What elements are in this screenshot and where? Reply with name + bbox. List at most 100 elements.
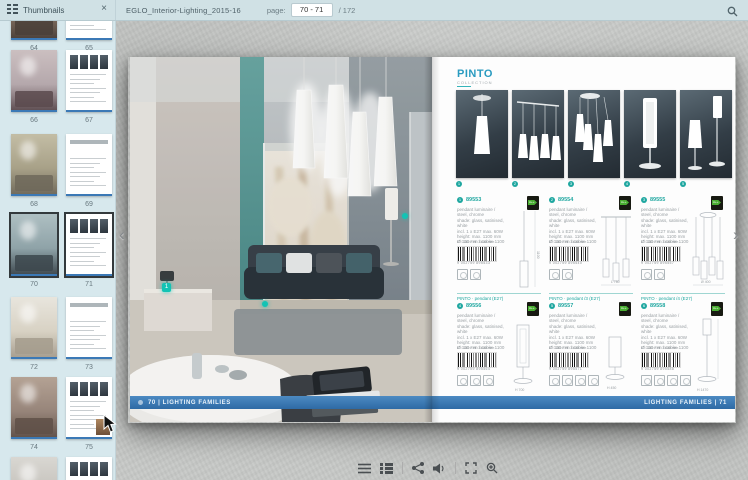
thumb-footer-strip bbox=[11, 437, 57, 439]
sound-icon[interactable] bbox=[433, 463, 446, 474]
spec-icon-row bbox=[549, 269, 573, 280]
spec-number-badge: 5 bbox=[549, 303, 555, 309]
thumb-footer-strip bbox=[11, 38, 57, 40]
thumbnail-page-69[interactable] bbox=[66, 134, 112, 196]
product-image-5[interactable] bbox=[680, 90, 732, 178]
thumb-spec-line bbox=[70, 167, 94, 168]
thumbnail-page-74[interactable] bbox=[11, 377, 57, 439]
thumbnail-page-number: 75 bbox=[66, 444, 112, 451]
collection-subtitle: COLLECTION bbox=[457, 80, 493, 85]
barcode bbox=[549, 352, 589, 368]
single-page-view-icon[interactable] bbox=[358, 463, 371, 474]
product-hotspot[interactable] bbox=[262, 301, 268, 307]
next-page-chevron[interactable]: › bbox=[733, 226, 739, 244]
thumb-spec-tile bbox=[80, 55, 88, 69]
fullscreen-icon[interactable] bbox=[465, 462, 477, 474]
spec-feature-icon bbox=[680, 375, 691, 386]
product-image-3[interactable] bbox=[568, 90, 620, 178]
energy-label-icon: A++ bbox=[711, 196, 723, 210]
spec-block-89554: 2 89554 A++ pendant luminaire / steel, c… bbox=[549, 197, 633, 303]
thumbnail-page-68[interactable] bbox=[11, 134, 57, 196]
spec-block-89553: 1 89553 A++ pendant luminaire / steel, c… bbox=[457, 197, 541, 303]
product-hotspot-1[interactable]: 1 bbox=[162, 283, 171, 292]
thumbnail-page-67[interactable] bbox=[66, 50, 112, 112]
collection-title: PINTO bbox=[457, 68, 493, 80]
spec-text-line: shade: glass, satinised, white bbox=[457, 324, 507, 335]
barcode-number: 9 002759 895540 bbox=[549, 261, 582, 265]
technical-drawing: L 780 bbox=[599, 209, 633, 294]
thumb-spec-line bbox=[70, 261, 94, 262]
spec-text-line: pendant luminaire / steel, chrome bbox=[457, 207, 507, 218]
thumb-spec-line bbox=[70, 79, 100, 80]
thumb-spec-tile bbox=[100, 462, 108, 476]
thumb-spec-tile bbox=[100, 55, 108, 69]
spec-text-line: shade: glass, satinised, white bbox=[641, 218, 691, 229]
spec-icon-row bbox=[641, 375, 691, 386]
page-number-input[interactable]: 70 - 71 bbox=[291, 3, 333, 17]
thumb-spec-line bbox=[70, 88, 106, 89]
product-image-4[interactable] bbox=[624, 90, 676, 178]
spec-text-line: shade: glass, satinised, white bbox=[457, 218, 507, 229]
top-toolbar: Thumbnails × EGLO_Interior-Lighting_2015… bbox=[0, 0, 748, 21]
spec-icon-row bbox=[457, 269, 481, 280]
product-hotspot[interactable] bbox=[402, 213, 408, 219]
right-page-footer-bar: LIGHTING FAMILIES | 71 bbox=[432, 396, 735, 409]
energy-label-icon: A++ bbox=[527, 196, 539, 210]
thumb-spec-line bbox=[70, 29, 106, 30]
thumbnail-page-number: 72 bbox=[11, 364, 57, 371]
barcode-number: 9 002759 895571 bbox=[549, 367, 582, 371]
thumbnail-page-76[interactable] bbox=[11, 457, 57, 480]
spec-feature-icon bbox=[549, 375, 560, 386]
thumb-spec-tile bbox=[80, 382, 88, 396]
spec-feature-icon bbox=[654, 269, 665, 280]
product-image-2[interactable] bbox=[512, 90, 564, 178]
thumb-spec-tile bbox=[70, 462, 78, 476]
thumb-spec-tile bbox=[90, 382, 98, 396]
energy-label-icon: A++ bbox=[619, 302, 631, 316]
product-lamp-illustration bbox=[512, 90, 564, 178]
barcode bbox=[641, 246, 681, 262]
barcode bbox=[457, 352, 497, 368]
thumbnail-page-65[interactable] bbox=[66, 20, 112, 40]
spec-article-number: 89555 bbox=[650, 197, 665, 203]
thumb-spec-line bbox=[70, 25, 94, 26]
energy-label-icon: A++ bbox=[619, 196, 631, 210]
spec-block-89556: 4 89556 A++ pendant luminaire / steel, c… bbox=[457, 303, 541, 409]
thumb-photo-highlight bbox=[20, 221, 36, 240]
thumbnail-page-77[interactable] bbox=[66, 457, 112, 480]
zoom-icon[interactable] bbox=[486, 462, 498, 474]
bottom-toolbar bbox=[358, 459, 498, 477]
thumbnail-page-66[interactable] bbox=[11, 50, 57, 112]
barcode-number: 9 002759 895533 bbox=[457, 261, 490, 265]
thumb-spec-line bbox=[70, 265, 106, 266]
document-title: EGLO_Interior-Lighting_2015-16 bbox=[126, 6, 241, 15]
product-lamp-illustration bbox=[568, 90, 620, 178]
spec-feature-icon bbox=[562, 269, 573, 280]
search-icon[interactable] bbox=[727, 4, 738, 22]
product-image-1[interactable] bbox=[456, 90, 508, 178]
spec-feature-icon bbox=[470, 269, 481, 280]
thumbnail-page-75[interactable] bbox=[66, 377, 112, 439]
thumbnail-page-70[interactable] bbox=[11, 214, 57, 276]
spec-text-line: pendant luminaire / steel, chrome bbox=[641, 313, 691, 324]
spec-icon-row bbox=[549, 375, 599, 386]
close-thumbnails-icon[interactable]: × bbox=[101, 2, 107, 16]
spec-feature-icon bbox=[470, 375, 481, 386]
thumb-spec-line bbox=[70, 335, 106, 336]
spec-number-badge: 6 bbox=[641, 303, 647, 309]
thumbnail-page-71[interactable] bbox=[66, 214, 112, 276]
svg-text:L 780: L 780 bbox=[611, 280, 620, 284]
spec-product-name: PINTO · pendant /3 (E27) bbox=[549, 293, 633, 301]
thumbnail-page-72[interactable] bbox=[11, 297, 57, 359]
thumbnail-page-73[interactable] bbox=[66, 297, 112, 359]
share-icon[interactable] bbox=[412, 462, 424, 474]
spec-feature-icon bbox=[575, 375, 586, 386]
flipbook-viewer: Thumbnails × EGLO_Interior-Lighting_2015… bbox=[0, 0, 748, 480]
spec-number-badge: 1 bbox=[457, 197, 463, 203]
thumbnail-view-icon[interactable] bbox=[380, 463, 393, 474]
previous-page-chevron[interactable]: ‹ bbox=[119, 226, 125, 244]
thumbnail-page-64[interactable] bbox=[11, 20, 57, 40]
thumbnail-page-number: 73 bbox=[66, 364, 112, 371]
thumbnail-page-number: 70 bbox=[11, 281, 57, 288]
thumbnail-page-number: 74 bbox=[11, 444, 57, 451]
